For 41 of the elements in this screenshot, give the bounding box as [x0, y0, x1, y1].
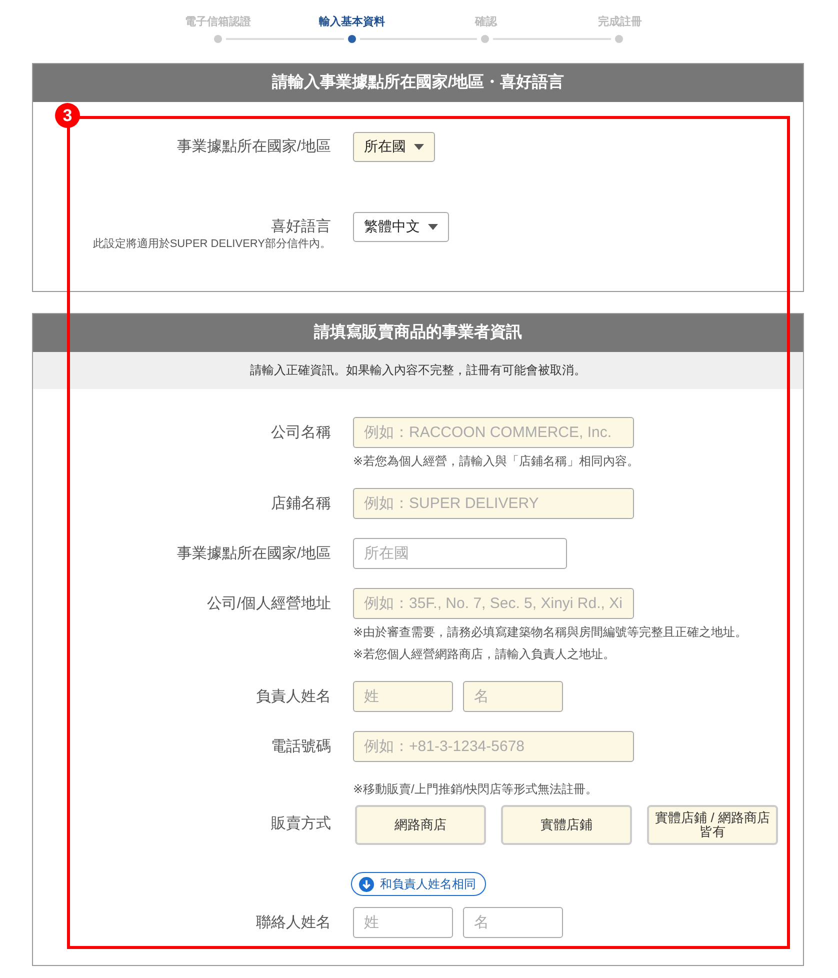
option-button[interactable]: 網路商店 — [355, 805, 486, 845]
input-field[interactable]: 姓 — [353, 681, 453, 712]
step-number-badge: 3 — [55, 103, 80, 128]
step-label: 輸入基本資料 — [318, 14, 386, 30]
field-label: 電話號碼 — [271, 737, 331, 757]
dropdown[interactable]: 所在國 — [353, 132, 435, 162]
field-note: ※若您個人經營網路商店，請輸入負責人之地址。 — [353, 646, 616, 662]
input-field[interactable]: 例如：+81-3-1234-5678 — [353, 731, 634, 762]
caret-icon — [428, 224, 438, 230]
step-label: 完成註冊 — [597, 14, 643, 30]
step-label: 電子信箱認證 — [184, 14, 252, 30]
input-field[interactable]: 名 — [463, 681, 563, 712]
down-arrow-icon — [359, 876, 374, 892]
field-label: 店鋪名稱 — [271, 494, 331, 514]
option-button[interactable]: 實體店鋪 / 網路商店皆有 — [647, 805, 778, 845]
field-label: 喜好語言 — [271, 217, 331, 237]
field-note: ※移動販賣/上門推銷/快閃店等形式無法註冊。 — [353, 781, 598, 797]
field-note: ※若您為個人經營，請輸入與「店鋪名稱」相同內容。 — [353, 453, 640, 469]
input-field[interactable]: 所在國 — [353, 538, 567, 569]
field-label: 聯絡人姓名 — [256, 913, 331, 933]
field-hint: 此設定將適用於SUPER DELIVERY部分信件內。 — [92, 236, 331, 251]
copy-name-button[interactable]: 和負責人姓名相同 — [351, 872, 486, 896]
caret-icon — [414, 144, 424, 150]
input-field[interactable]: 例如：SUPER DELIVERY — [353, 488, 634, 519]
field-label: 販賣方式 — [271, 814, 331, 834]
field-label: 公司/個人經營地址 — [206, 594, 331, 614]
input-field[interactable]: 例如：RACCOON COMMERCE, Inc. — [353, 417, 634, 448]
notice-banner: 請輸入正確資訊。如果輸入內容不完整，註冊有可能會被取消。 — [33, 352, 803, 389]
input-field[interactable]: 姓 — [353, 907, 453, 938]
section-header: 請輸入事業據點所在國家/地區・喜好語言 — [33, 64, 803, 102]
field-label: 事業據點所在國家/地區 — [176, 137, 331, 157]
field-label: 負責人姓名 — [256, 687, 331, 707]
step-label: 確認 — [474, 14, 498, 30]
field-label: 事業據點所在國家/地區 — [176, 544, 331, 564]
input-field[interactable]: 例如：35F., No. 7, Sec. 5, Xinyi Rd., Xi — [353, 588, 634, 619]
input-field[interactable]: 名 — [463, 907, 563, 938]
option-button[interactable]: 實體店鋪 — [501, 805, 632, 845]
field-note: ※由於審查需要，請務必填寫建築物名稱與房間編號等完整且正確之地址。 — [353, 624, 748, 640]
field-label: 公司名稱 — [271, 423, 331, 443]
section-header: 請填寫販賣商品的事業者資訊 — [33, 314, 803, 352]
dropdown[interactable]: 繁體中文 — [353, 212, 449, 242]
